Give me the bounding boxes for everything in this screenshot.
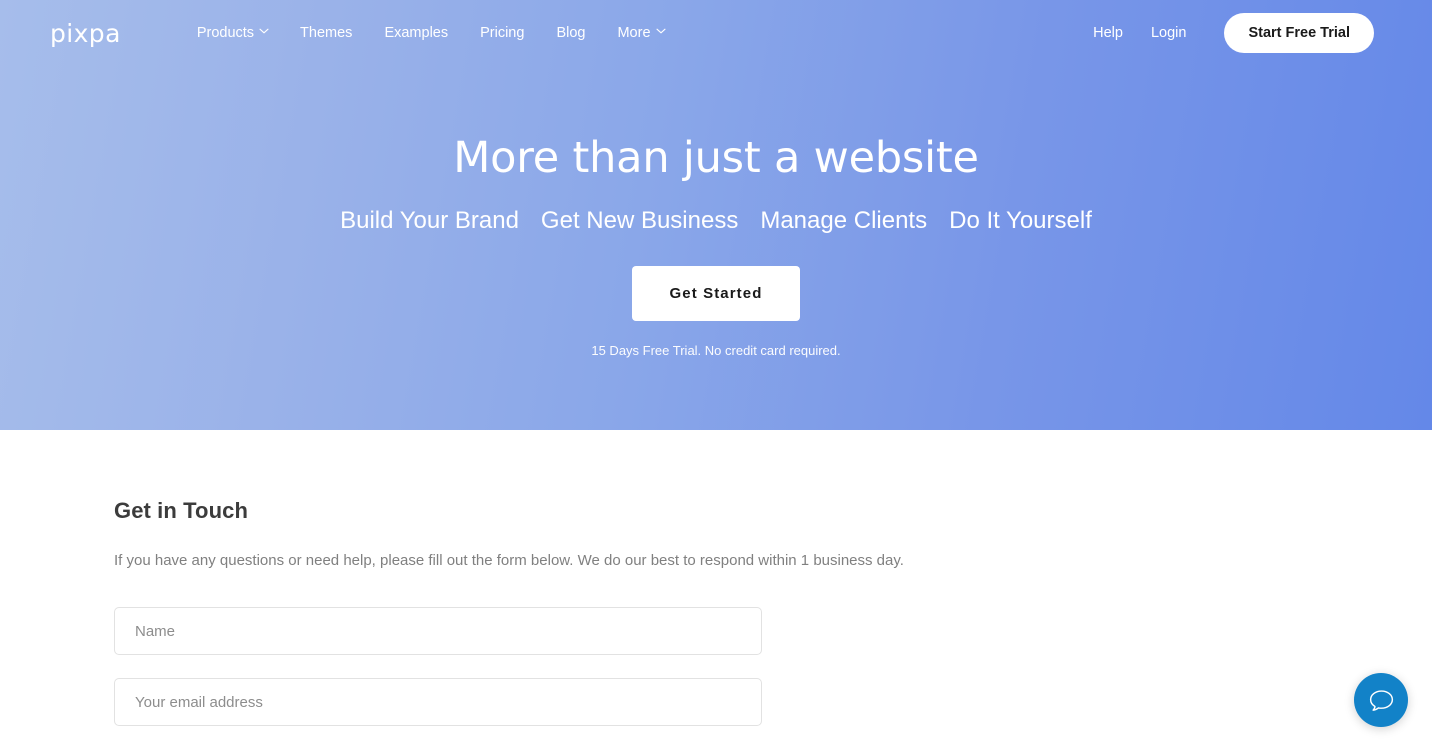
contact-heading: Get in Touch <box>114 498 249 523</box>
hero-tagline-item: Manage Clients <box>760 206 928 234</box>
get-started-button[interactable]: Get Started <box>631 265 801 321</box>
hero-tagline-item: Get New Business <box>540 206 739 234</box>
name-input[interactable] <box>114 607 762 656</box>
hero-content: More than just a website Build Your Bran… <box>0 0 1432 358</box>
contact-form: Select a Purpose <box>114 607 762 749</box>
chat-bubble-icon <box>1368 688 1395 713</box>
hero-title: More than just a website <box>453 133 979 183</box>
contact-description: If you have any questions or need help, … <box>114 551 904 569</box>
chat-widget-button[interactable] <box>1354 673 1408 727</box>
email-input[interactable] <box>114 678 762 727</box>
hero-tagline-list: Build Your Brand Get New Business Manage… <box>0 206 1432 236</box>
hero-trial-note: 15 Days Free Trial. No credit card requi… <box>591 342 841 358</box>
page-root: pixpa Products Themes Examples Pricing B… <box>0 0 1432 749</box>
hero-cta-wrapper: Get Started <box>0 236 1432 321</box>
contact-section: Get in Touch If you have any questions o… <box>0 430 1432 749</box>
hero-tagline-item: Do It Yourself <box>949 206 1092 234</box>
hero-tagline-item: Build Your Brand <box>340 206 519 234</box>
hero-section: pixpa Products Themes Examples Pricing B… <box>0 0 1432 430</box>
